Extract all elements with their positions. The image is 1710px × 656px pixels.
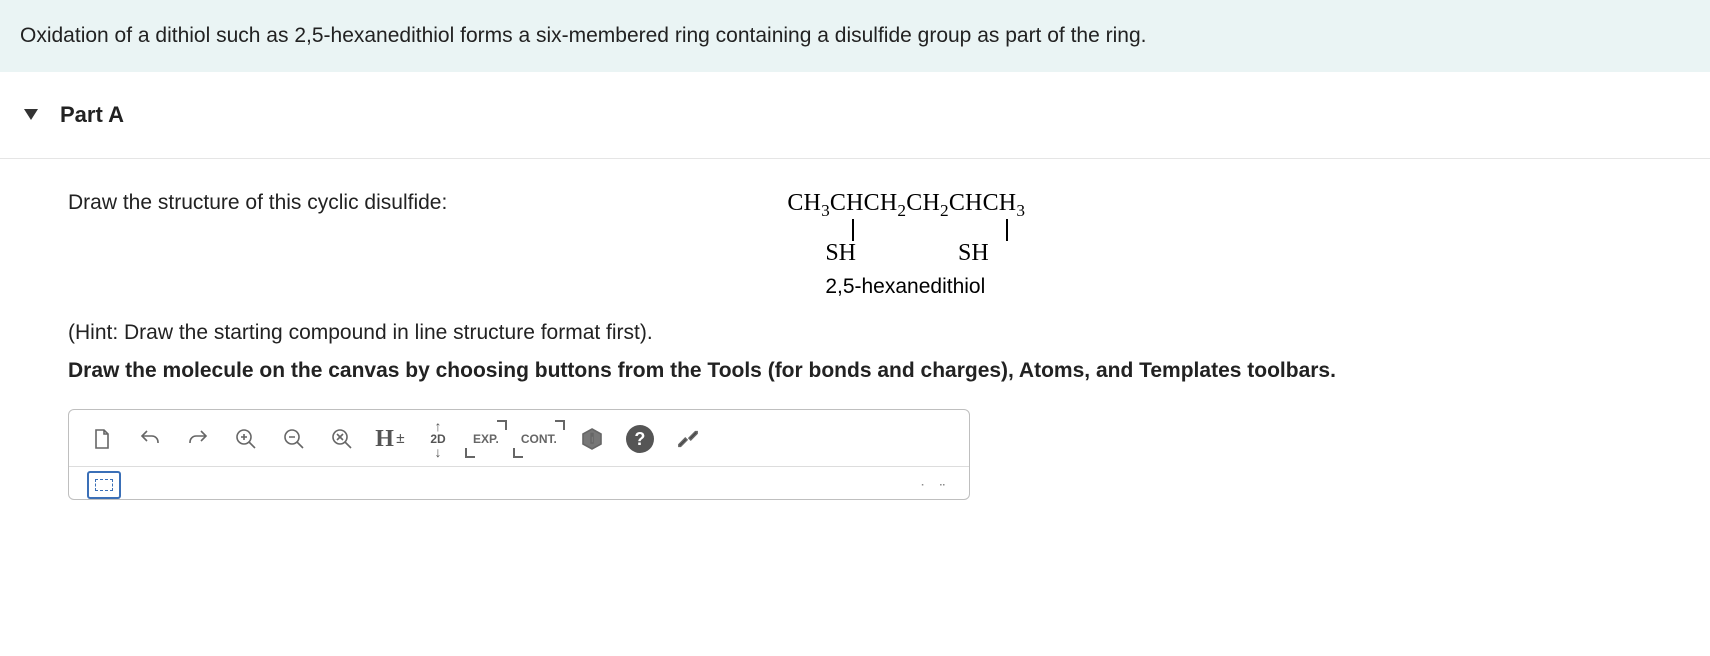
molecule-editor: H± ↑2D↓ EXP. CONT. i ? xyxy=(68,409,970,500)
cont-button[interactable]: CONT. xyxy=(515,422,563,456)
prompt-text: Draw the structure of this cyclic disulf… xyxy=(68,189,447,215)
zoom-out-icon[interactable] xyxy=(275,422,313,456)
exp-button[interactable]: EXP. xyxy=(467,422,505,456)
editor-toolbar-side: ⠂⠒ xyxy=(69,467,969,499)
2d-toggle-button[interactable]: ↑2D↓ xyxy=(419,422,457,456)
problem-intro: Oxidation of a dithiol such as 2,5-hexan… xyxy=(0,0,1710,72)
fullscreen-icon[interactable] xyxy=(669,422,707,456)
undo-icon[interactable] xyxy=(131,422,169,456)
info-icon[interactable]: i xyxy=(573,422,611,456)
part-body: Draw the structure of this cyclic disulf… xyxy=(0,159,1710,501)
zoom-reset-icon[interactable] xyxy=(323,422,361,456)
sh-labels: SHSH xyxy=(787,239,1025,268)
instructions-text: Draw the molecule on the canvas by choos… xyxy=(68,359,1690,383)
hydrogen-toggle-button[interactable]: H± xyxy=(371,422,409,456)
caret-down-icon xyxy=(24,109,38,120)
part-header[interactable]: Part A xyxy=(0,72,1710,159)
bond-lines xyxy=(787,219,1025,241)
marquee-select-icon[interactable] xyxy=(87,471,121,499)
editor-toolbar-top: H± ↑2D↓ EXP. CONT. i ? xyxy=(69,410,969,467)
compound-structure: CH3CHCH2CH2CHCH3 SHSH 2,5-hexanedithiol xyxy=(787,189,1025,300)
compound-formula: CH3CHCH2CH2CHCH3 xyxy=(787,189,1025,222)
hint-text: (Hint: Draw the starting compound in lin… xyxy=(68,321,1690,345)
part-title: Part A xyxy=(60,102,124,128)
prompt-row: Draw the structure of this cyclic disulf… xyxy=(68,189,1690,300)
status-indicator: ⠂⠒ xyxy=(920,475,959,492)
new-document-icon[interactable] xyxy=(83,422,121,456)
svg-text:i: i xyxy=(590,431,594,446)
compound-name: 2,5-hexanedithiol xyxy=(787,274,1025,299)
redo-icon[interactable] xyxy=(179,422,217,456)
help-icon[interactable]: ? xyxy=(621,422,659,456)
zoom-in-icon[interactable] xyxy=(227,422,265,456)
